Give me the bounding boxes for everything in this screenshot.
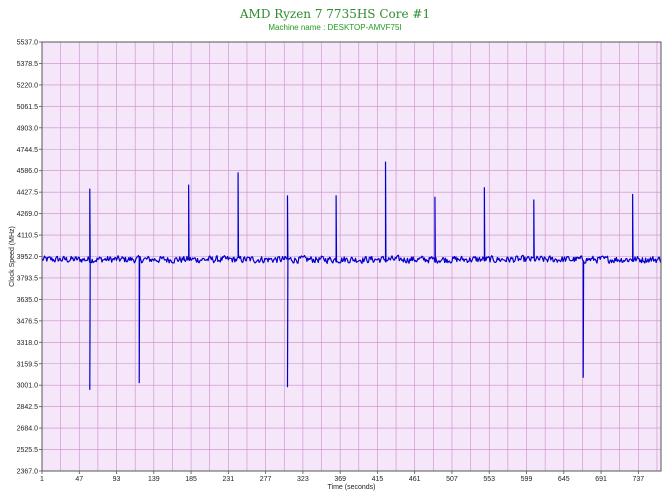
y-tick-label: 3318.0: [17, 340, 39, 347]
x-tick-label: 507: [446, 476, 458, 483]
x-tick-label: 277: [260, 476, 272, 483]
y-tick-label: 4269.0: [17, 211, 39, 218]
y-tick-label: 3476.5: [17, 318, 39, 325]
y-tick-label: 4110.5: [17, 233, 38, 240]
x-tick-label: 323: [297, 476, 309, 483]
x-tick-label: 461: [409, 476, 421, 483]
y-tick-label: 3952.0: [17, 254, 39, 261]
y-tick-label: 2525.5: [17, 447, 39, 454]
y-tick-label: 4903.0: [17, 125, 39, 132]
x-tick-label: 645: [558, 476, 570, 483]
x-tick-label: 139: [148, 476, 160, 483]
y-tick-label: 3159.5: [17, 361, 39, 368]
y-tick-label: 5537.0: [17, 40, 39, 47]
x-tick-label: 369: [334, 476, 346, 483]
x-tick-label: 1: [40, 476, 44, 483]
y-tick-label: 5378.5: [17, 61, 39, 68]
x-tick-label: 553: [483, 476, 495, 483]
x-tick-label: 599: [521, 476, 533, 483]
y-tick-label: 4744.5: [17, 147, 39, 154]
x-tick-label: 691: [595, 476, 607, 483]
y-axis: 5537.0 5378.5 5220.0 5061.5 4903.0 4744.5 4586…: [17, 40, 42, 476]
x-tick-label: 231: [223, 476, 235, 483]
y-axis-label: Clock Speed (MHz): [9, 226, 16, 287]
y-tick-label: 3793.5: [17, 275, 39, 282]
x-tick-label: 93: [113, 476, 121, 483]
x-tick-label: 415: [372, 476, 384, 483]
y-tick-label: 3635.0: [17, 297, 39, 304]
y-tick-label: 4427.5: [17, 190, 39, 197]
x-tick-label: 47: [75, 476, 83, 483]
x-tick-label: 185: [185, 476, 197, 483]
y-tick-label: 3001.0: [17, 383, 39, 390]
y-tick-label: 5061.5: [17, 104, 39, 111]
y-tick-label: 2842.5: [17, 404, 39, 411]
x-tick-label: 737: [632, 476, 644, 483]
y-tick-label: 2684.0: [17, 426, 39, 433]
x-axis: 1 47 93 139 185 231 277 323 369 415 461 507 553 599 64…: [40, 471, 644, 483]
y-tick-label: 4586.0: [17, 168, 39, 175]
y-tick-label: 5220.0: [17, 82, 39, 89]
x-axis-label: Time (seconds): [328, 484, 376, 491]
chart-canvas: 5537.0 5378.5 5220.0 5061.5 4903.0 4744.5 4586…: [9, 40, 662, 491]
y-tick-label: 2367.0: [17, 469, 39, 476]
